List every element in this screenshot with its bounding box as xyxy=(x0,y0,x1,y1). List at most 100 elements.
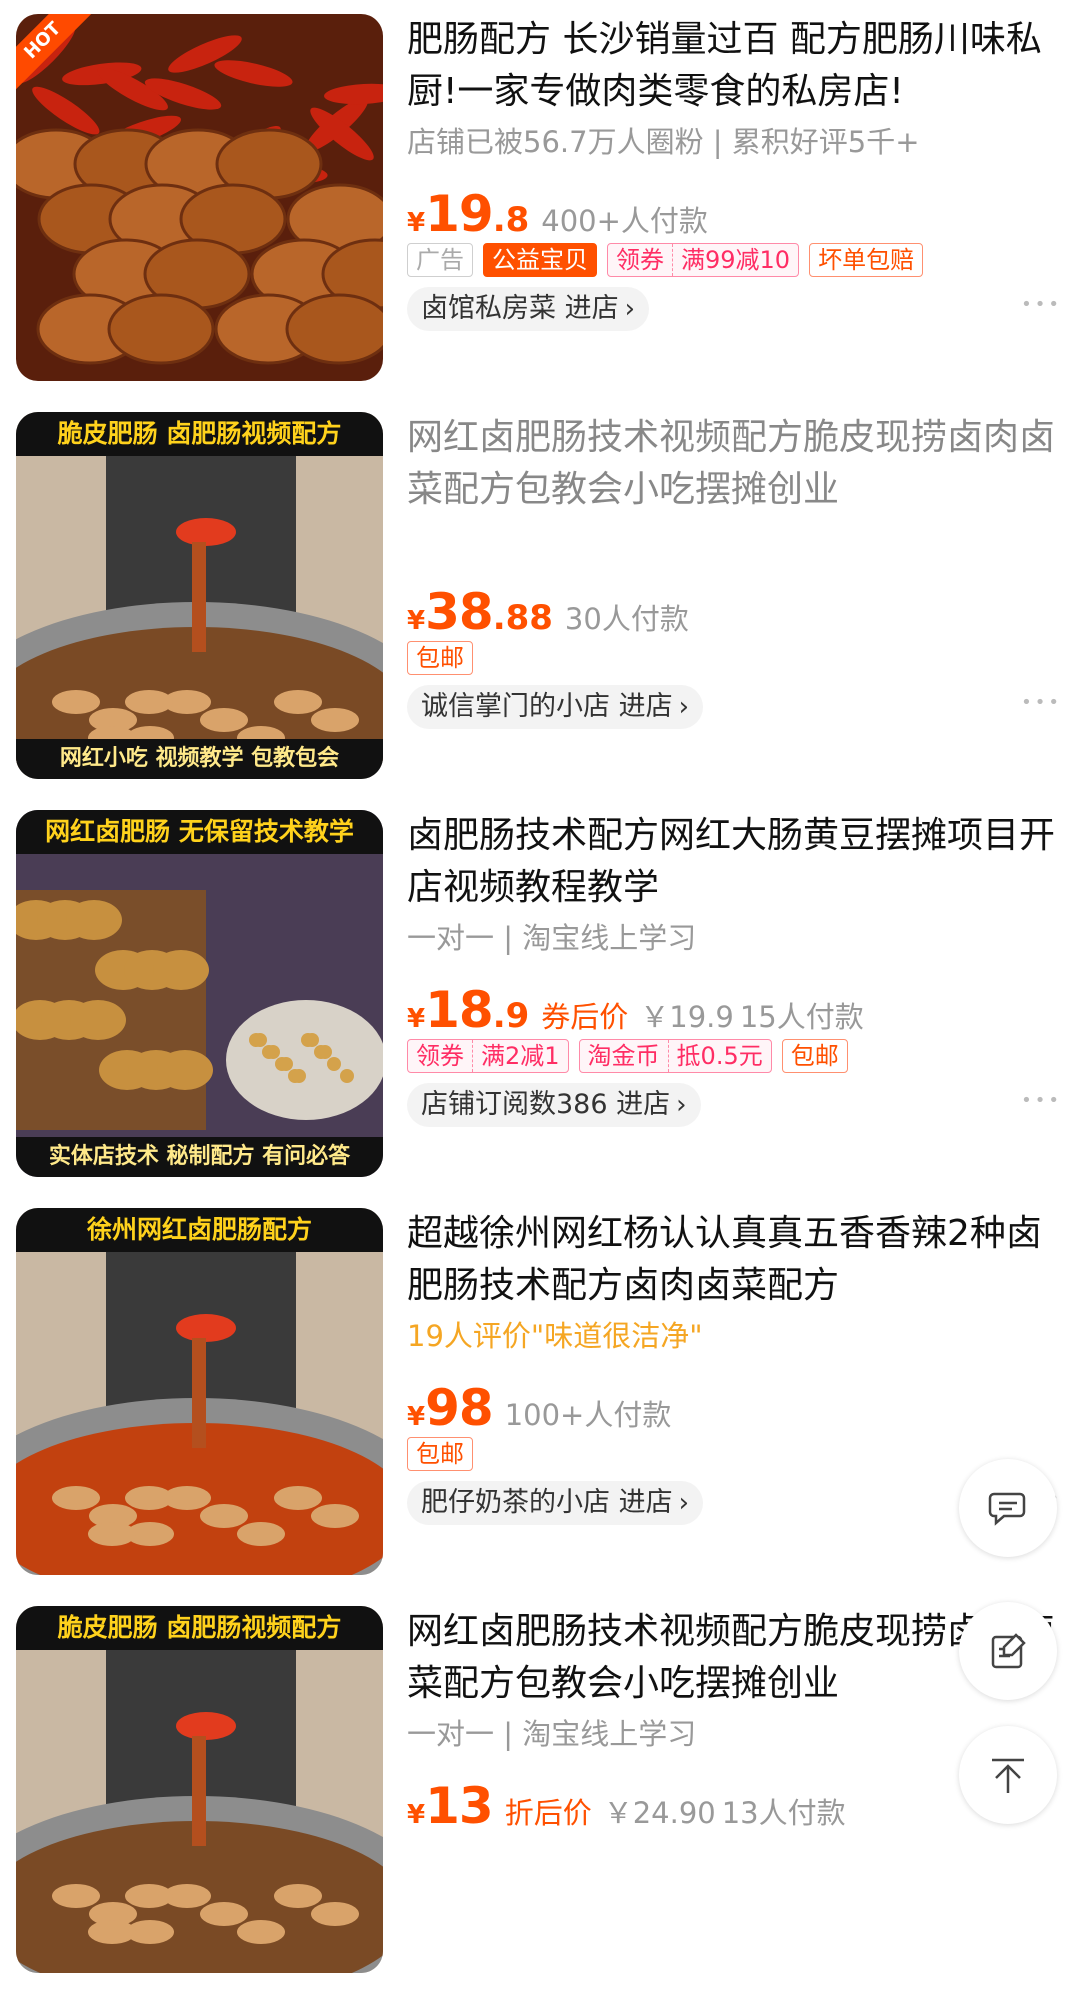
product-image[interactable]: 脆皮肥肠 卤肥肠视频配方网红小吃 视频教学 包教包会 xyxy=(16,412,383,779)
more-icon[interactable]: ••• xyxy=(1021,1090,1062,1111)
shop-link[interactable]: 店铺订阅数386 进店 › xyxy=(407,1083,701,1127)
chevron-right-icon: › xyxy=(624,294,635,324)
product-list: HOT 肥肠配方 长沙销量过百 配方肥肠川味私厨!一家专做肉类零食的私房店! 店铺已… xyxy=(0,0,1080,1990)
product-card[interactable]: 脆皮肥肠 卤肥肠视频配方 网红小吃 视频教学 包教包会 网红卤肥肠技术视频配方脆皮现… xyxy=(0,398,1080,796)
price-integer: 19 xyxy=(425,185,494,243)
currency-symbol: ¥ xyxy=(407,208,426,238)
product-image-art xyxy=(16,412,383,779)
price-row: ¥98 100+人付款 xyxy=(407,1379,1057,1437)
chat-button[interactable] xyxy=(959,1459,1057,1557)
product-card[interactable]: 网红卤肥肠 无保留技术教学 实体店技术 秘制配方 有问必答 卤肥肠技术配方网红大肠黄… xyxy=(0,796,1080,1194)
image-banner-top: 脆皮肥肠 卤肥肠视频配方 xyxy=(16,412,383,456)
product-info: 卤肥肠技术配方网红大肠黄豆摆摊项目开店视频教程教学一对一 | 淘宝线上学习 ¥18… xyxy=(407,810,1057,1180)
product-subtitle: 店铺已被56.7万人圈粉 | 累积好评5千+ xyxy=(407,125,920,159)
shop-name: 肥仔奶茶的小店 进店 xyxy=(421,1487,673,1518)
image-banner-bottom: 网红小吃 视频教学 包教包会 xyxy=(16,739,383,779)
price-integer: 18 xyxy=(425,981,494,1039)
product-title[interactable]: 卤肥肠技术配方网红大肠黄豆摆摊项目开店视频教程教学 xyxy=(407,810,1057,914)
service-tag: 包邮 xyxy=(781,1039,848,1073)
shop-link[interactable]: 卤馆私房菜 进店 › xyxy=(407,287,649,331)
service-tag: 包邮 xyxy=(407,641,473,675)
coupon-tag-label: 领券 xyxy=(608,244,673,276)
shop-link[interactable]: 肥仔奶茶的小店 进店 › xyxy=(407,1481,703,1525)
sales-count: 15人付款 xyxy=(739,1000,864,1034)
product-subtitle: 一对一 | 淘宝线上学习 xyxy=(407,921,697,955)
product-card[interactable]: HOT 肥肠配方 长沙销量过百 配方肥肠川味私厨!一家专做肉类零食的私房店! 店铺已… xyxy=(0,0,1080,398)
product-title[interactable]: 肥肠配方 长沙销量过百 配方肥肠川味私厨!一家专做肉类零食的私房店! xyxy=(407,14,1057,118)
currency-symbol: ¥ xyxy=(407,606,426,636)
shop-name: 诚信掌门的小店 进店 xyxy=(421,691,673,722)
original-price: ￥19.9 xyxy=(640,1000,734,1034)
product-image[interactable]: 网红卤肥肠 无保留技术教学实体店技术 秘制配方 有问必答 xyxy=(16,810,383,1177)
currency-symbol: ¥ xyxy=(407,1800,426,1830)
price-decimal: .9 xyxy=(492,996,530,1036)
chevron-right-icon: › xyxy=(678,692,689,722)
chevron-right-icon: › xyxy=(676,1090,687,1120)
chevron-right-icon: › xyxy=(678,1488,689,1518)
shop-link[interactable]: 诚信掌门的小店 进店 › xyxy=(407,685,703,729)
product-info: 网红卤肥肠技术视频配方脆皮现捞卤肉卤菜配方包教会小吃摆摊创业 ¥38.88 30人付… xyxy=(407,412,1057,782)
image-banner-bottom: 实体店技术 秘制配方 有问必答 xyxy=(16,1137,383,1177)
coupon-tag-value: 满99减10 xyxy=(681,246,791,274)
more-icon[interactable]: ••• xyxy=(1021,294,1062,315)
feedback-icon xyxy=(991,1633,1026,1669)
coupon-tag-label: 领券 xyxy=(408,1040,473,1072)
currency-symbol: ¥ xyxy=(407,1004,426,1034)
product-subtitle: 一对一 | 淘宝线上学习 xyxy=(407,1717,697,1751)
tag-row: 领券 满2减1 淘金币 抵0.5元 包邮 xyxy=(407,1039,858,1075)
product-image-art xyxy=(16,810,383,1177)
price-decimal: .88 xyxy=(492,598,553,638)
price-row: ¥19.8 400+人付款 xyxy=(407,185,1057,243)
product-title[interactable]: 网红卤肥肠技术视频配方脆皮现捞卤肉卤菜配方包教会小吃摆摊创业 xyxy=(407,412,1057,516)
product-card[interactable]: 徐州网红卤肥肠配方 超越徐州网红杨认认真真五香香辣2种卤肥肠技术配方卤肉卤菜配方 1… xyxy=(0,1194,1080,1592)
price-row: ¥38.88 30人付款 xyxy=(407,583,1057,641)
shop-name: 店铺订阅数386 进店 xyxy=(421,1089,671,1120)
product-image-art xyxy=(16,1606,383,1973)
service-tag: 公益宝贝 xyxy=(483,243,597,277)
tag-row: 包邮 xyxy=(407,641,483,677)
product-image-art xyxy=(16,1208,383,1575)
tag-row: 广告 公益宝贝 领券 满99减10 坏单包赔 xyxy=(407,243,933,279)
product-image[interactable]: 脆皮肥肠 卤肥肠视频配方 xyxy=(16,1606,383,1973)
tag-row: 包邮 xyxy=(407,1437,483,1473)
coupon-tag[interactable]: 淘金币 抵0.5元 xyxy=(578,1039,772,1073)
price-label: 券后价 xyxy=(541,1000,629,1034)
sales-count: 400+人付款 xyxy=(541,204,708,238)
product-info: 肥肠配方 长沙销量过百 配方肥肠川味私厨!一家专做肉类零食的私房店! 店铺已被56… xyxy=(407,14,1057,384)
product-info: 超越徐州网红杨认认真真五香香辣2种卤肥肠技术配方卤肉卤菜配方 19人评价"味道很洁… xyxy=(407,1208,1057,1578)
shop-name: 卤馆私房菜 进店 xyxy=(421,293,619,324)
image-banner-top: 网红卤肥肠 无保留技术教学 xyxy=(16,810,383,854)
coupon-tag-value: 抵0.5元 xyxy=(676,1042,763,1070)
back-to-top-button[interactable] xyxy=(959,1726,1057,1824)
sales-count: 100+人付款 xyxy=(504,1398,672,1432)
image-banner-top: 徐州网红卤肥肠配方 xyxy=(16,1208,383,1252)
price-integer: 98 xyxy=(425,1379,494,1437)
sales-count: 30人付款 xyxy=(564,602,689,636)
ad-tag: 广告 xyxy=(407,243,473,277)
chat-icon xyxy=(988,1492,1026,1526)
coupon-tag[interactable]: 领券 满99减10 xyxy=(607,243,800,277)
more-icon[interactable]: ••• xyxy=(1021,692,1062,713)
product-subtitle: 19人评价"味道很洁净" xyxy=(407,1319,703,1353)
service-tag: 包邮 xyxy=(407,1437,473,1471)
back-to-top-icon xyxy=(992,1758,1024,1793)
original-price: ￥24.90 xyxy=(603,1796,716,1830)
price-decimal: .8 xyxy=(492,200,530,240)
currency-symbol: ¥ xyxy=(407,1402,426,1432)
product-card[interactable]: 脆皮肥肠 卤肥肠视频配方 网红卤肥肠技术视频配方脆皮现捞卤肉卤菜配方包教会小吃摆摊… xyxy=(0,1592,1080,1990)
product-title[interactable]: 超越徐州网红杨认认真真五香香辣2种卤肥肠技术配方卤肉卤菜配方 xyxy=(407,1208,1057,1312)
sales-count: 13人付款 xyxy=(721,1796,846,1830)
price-label: 折后价 xyxy=(504,1796,592,1830)
product-image[interactable]: HOT xyxy=(16,14,383,381)
service-tag: 坏单包赔 xyxy=(809,243,924,277)
price-integer: 13 xyxy=(425,1777,494,1835)
image-banner-top: 脆皮肥肠 卤肥肠视频配方 xyxy=(16,1606,383,1650)
product-image[interactable]: 徐州网红卤肥肠配方 xyxy=(16,1208,383,1575)
coupon-tag-value: 满2减1 xyxy=(481,1042,560,1070)
price-row: ¥18.9 券后价 ￥19.9 15人付款 xyxy=(407,981,1057,1039)
product-image-art xyxy=(16,14,383,381)
price-integer: 38 xyxy=(425,583,494,641)
coupon-tag-label: 淘金币 xyxy=(580,1040,669,1072)
feedback-button[interactable] xyxy=(959,1602,1057,1700)
coupon-tag[interactable]: 领券 满2减1 xyxy=(407,1039,569,1073)
